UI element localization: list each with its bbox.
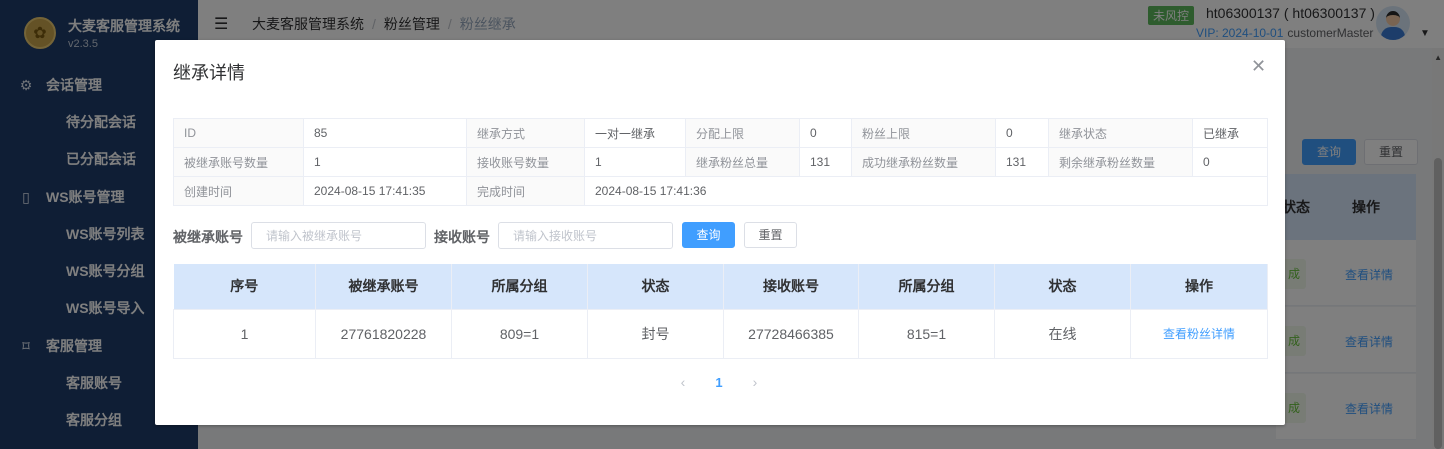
inherit-detail-dialog: 继承详情 ✕ ID 85 继承方式 一对一继承 分配上限 0 粉丝上限 0 继承… [155,40,1285,425]
info-label: ID [173,118,304,148]
reset-button[interactable]: 重置 [744,222,797,248]
info-value: 0 [1192,147,1268,177]
close-icon[interactable]: ✕ [1251,56,1266,77]
col-header[interactable]: 接收账号 [723,264,859,309]
next-page-icon[interactable]: › [737,374,773,390]
info-label: 剩余继承粉丝数量 [1048,147,1193,177]
cell-source-group: 809=1 [451,308,588,359]
prev-page-icon[interactable]: ‹ [665,374,701,390]
info-label: 继承状态 [1048,118,1193,148]
table-header-row: 序号 被继承账号 所属分组 状态 接收账号 所属分组 状态 操作 [173,264,1268,309]
col-header[interactable]: 操作 [1130,264,1268,309]
col-header[interactable]: 被继承账号 [315,264,452,309]
info-label: 接收账号数量 [466,147,585,177]
inherit-info-table: ID 85 继承方式 一对一继承 分配上限 0 粉丝上限 0 继承状态 已继承 … [173,118,1268,206]
info-value: 2024-08-15 17:41:35 [303,176,467,206]
info-label: 被继承账号数量 [173,147,304,177]
info-value: 已继承 [1192,118,1268,148]
cell-source-status: 封号 [587,308,724,359]
cell-target-status: 在线 [994,308,1131,359]
info-row: ID 85 继承方式 一对一继承 分配上限 0 粉丝上限 0 继承状态 已继承 [173,118,1268,148]
info-row: 创建时间 2024-08-15 17:41:35 完成时间 2024-08-15… [173,176,1268,206]
dialog-title: 继承详情 [173,63,245,83]
cell-action: 查看粉丝详情 [1130,308,1268,359]
info-label: 继承方式 [466,118,585,148]
col-header[interactable]: 序号 [173,264,316,309]
info-value: 1 [584,147,686,177]
col-header[interactable]: 状态 [587,264,724,309]
col-header[interactable]: 状态 [994,264,1131,309]
source-account-label: 被继承账号 [173,229,243,245]
info-label: 分配上限 [685,118,800,148]
info-value: 一对一继承 [584,118,686,148]
target-account-label: 接收账号 [434,229,490,245]
info-label: 粉丝上限 [851,118,996,148]
info-value: 131 [995,147,1049,177]
view-fans-detail-link[interactable]: 查看粉丝详情 [1163,327,1235,341]
cell-target-group: 815=1 [858,308,995,359]
cell-source-account: 27761820228 [315,308,452,359]
info-label: 创建时间 [173,176,304,206]
info-value: 0 [799,118,852,148]
target-account-input[interactable] [498,222,673,249]
info-value: 85 [303,118,467,148]
info-label: 成功继承粉丝数量 [851,147,996,177]
info-label: 继承粉丝总量 [685,147,800,177]
page-number[interactable]: 1 [701,375,737,390]
table-row: 1 27761820228 809=1 封号 27728466385 815=1… [173,308,1268,359]
info-value: 131 [799,147,852,177]
inherit-accounts-table: 序号 被继承账号 所属分组 状态 接收账号 所属分组 状态 操作 1 27761… [173,264,1268,359]
cell-index: 1 [173,308,316,359]
info-value: 0 [995,118,1049,148]
source-account-input[interactable] [251,222,426,249]
info-value: 2024-08-15 17:41:36 [584,176,1268,206]
info-row: 被继承账号数量 1 接收账号数量 1 继承粉丝总量 131 成功继承粉丝数量 1… [173,147,1268,177]
info-value: 1 [303,147,467,177]
info-label: 完成时间 [466,176,585,206]
col-header[interactable]: 所属分组 [858,264,995,309]
col-header[interactable]: 所属分组 [451,264,588,309]
cell-target-account: 27728466385 [723,308,859,359]
query-button[interactable]: 查询 [682,222,735,248]
pagination: ‹ 1 › [665,374,773,390]
